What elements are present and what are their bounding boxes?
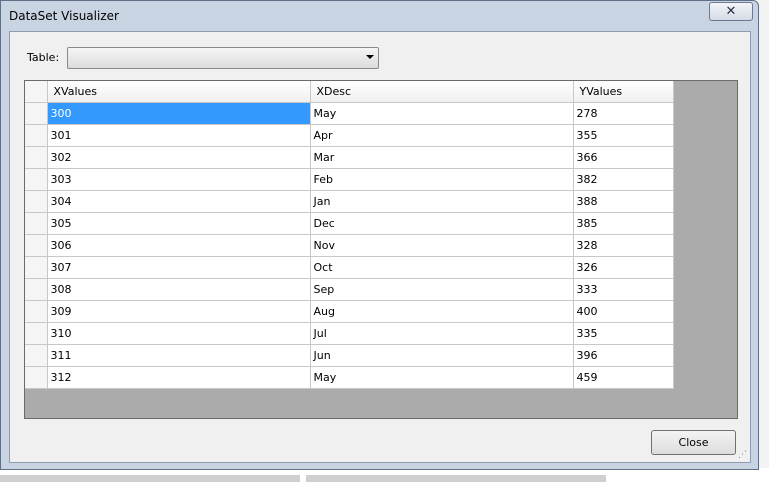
cell-xdesc[interactable]: Jan — [310, 190, 574, 213]
cell-xdesc[interactable]: Mar — [310, 146, 574, 169]
cell-xdesc[interactable]: Aug — [310, 300, 574, 323]
cell-yvalues[interactable]: 333 — [573, 278, 674, 301]
row-header-cell[interactable] — [25, 278, 48, 301]
cell-xvalues[interactable]: 308 — [47, 278, 311, 301]
cell-xdesc[interactable]: May — [310, 366, 574, 389]
row-header-cell[interactable] — [25, 256, 48, 279]
dataset-visualizer-window: DataSet Visualizer ✕ Table: XValues XDes… — [0, 0, 759, 470]
row-header-cell[interactable] — [25, 190, 48, 213]
table-row[interactable]: 312 May 459 — [25, 366, 674, 389]
cell-yvalues[interactable]: 355 — [573, 124, 674, 147]
table-row[interactable]: 305 Dec 385 — [25, 212, 674, 235]
table-row[interactable]: 308 Sep 333 — [25, 278, 674, 301]
table-row[interactable]: 311 Jun 396 — [25, 344, 674, 367]
row-header-cell[interactable] — [25, 146, 48, 169]
table-row[interactable]: 309 Aug 400 — [25, 300, 674, 323]
cell-xvalues[interactable]: 300 — [47, 102, 311, 125]
row-header-corner — [25, 81, 48, 103]
table-row[interactable]: 306 Nov 328 — [25, 234, 674, 257]
cell-xdesc[interactable]: Dec — [310, 212, 574, 235]
row-header-cell[interactable] — [25, 124, 48, 147]
cell-yvalues[interactable]: 385 — [573, 212, 674, 235]
cell-yvalues[interactable]: 400 — [573, 300, 674, 323]
title-bar[interactable]: DataSet Visualizer ✕ — [1, 1, 758, 31]
data-table: XValues XDesc YValues 300 May 278 301 Apr 355… — [25, 81, 674, 389]
cell-yvalues[interactable]: 366 — [573, 146, 674, 169]
row-header-cell[interactable] — [25, 102, 48, 125]
table-row[interactable]: 307 Oct 326 — [25, 256, 674, 279]
row-header-cell[interactable] — [25, 212, 48, 235]
cell-yvalues[interactable]: 396 — [573, 344, 674, 367]
cell-xdesc[interactable]: May — [310, 102, 574, 125]
dialog-client-area: Table: XValues XDesc YValues 300 May 278 30… — [9, 31, 751, 463]
table-row[interactable]: 301 Apr 355 — [25, 124, 674, 147]
resize-grip-icon[interactable]: ⋰ — [738, 450, 748, 460]
cell-xvalues[interactable]: 301 — [47, 124, 311, 147]
row-header-cell[interactable] — [25, 366, 48, 389]
cell-xvalues[interactable]: 310 — [47, 322, 311, 345]
cell-yvalues[interactable]: 328 — [573, 234, 674, 257]
cell-xvalues[interactable]: 302 — [47, 146, 311, 169]
window-close-button[interactable]: ✕ — [709, 2, 753, 21]
cell-xdesc[interactable]: Oct — [310, 256, 574, 279]
cell-xvalues[interactable]: 312 — [47, 366, 311, 389]
close-button[interactable]: Close — [651, 430, 736, 455]
row-header-cell[interactable] — [25, 234, 48, 257]
data-grid[interactable]: XValues XDesc YValues 300 May 278 301 Apr 355… — [24, 80, 738, 419]
cell-xvalues[interactable]: 306 — [47, 234, 311, 257]
cell-xvalues[interactable]: 303 — [47, 168, 311, 191]
cell-xvalues[interactable]: 309 — [47, 300, 311, 323]
row-header-cell[interactable] — [25, 322, 48, 345]
cell-yvalues[interactable]: 326 — [573, 256, 674, 279]
cell-xdesc[interactable]: Sep — [310, 278, 574, 301]
cell-xdesc[interactable]: Jul — [310, 322, 574, 345]
cell-yvalues[interactable]: 278 — [573, 102, 674, 125]
cell-xdesc[interactable]: Jun — [310, 344, 574, 367]
close-icon: ✕ — [725, 4, 737, 19]
column-header-yvalues[interactable]: YValues — [573, 81, 674, 103]
table-row[interactable]: 302 Mar 366 — [25, 146, 674, 169]
table-row[interactable]: 300 May 278 — [25, 102, 674, 125]
chevron-down-icon — [366, 55, 374, 59]
cell-xvalues[interactable]: 304 — [47, 190, 311, 213]
cell-xdesc[interactable]: Nov — [310, 234, 574, 257]
cell-xvalues[interactable]: 305 — [47, 212, 311, 235]
table-dropdown[interactable] — [67, 47, 379, 69]
cell-yvalues[interactable]: 459 — [573, 366, 674, 389]
row-header-cell[interactable] — [25, 300, 48, 323]
table-row[interactable]: 310 Jul 335 — [25, 322, 674, 345]
column-header-xdesc[interactable]: XDesc — [310, 81, 574, 103]
cell-yvalues[interactable]: 388 — [573, 190, 674, 213]
cell-xvalues[interactable]: 307 — [47, 256, 311, 279]
cell-yvalues[interactable]: 335 — [573, 322, 674, 345]
background-window-edge — [759, 0, 769, 482]
row-header-cell[interactable] — [25, 168, 48, 191]
cell-yvalues[interactable]: 382 — [573, 168, 674, 191]
table-row[interactable]: 303 Feb 382 — [25, 168, 674, 191]
cell-xvalues[interactable]: 311 — [47, 344, 311, 367]
table-label: Table: — [27, 51, 60, 64]
cell-xdesc[interactable]: Apr — [310, 124, 574, 147]
window-title: DataSet Visualizer — [9, 9, 119, 23]
column-header-xvalues[interactable]: XValues — [47, 81, 311, 103]
header-row: XValues XDesc YValues — [25, 81, 674, 103]
cell-xdesc[interactable]: Feb — [310, 168, 574, 191]
background-code-text — [0, 468, 769, 482]
row-header-cell[interactable] — [25, 344, 48, 367]
table-row[interactable]: 304 Jan 388 — [25, 190, 674, 213]
